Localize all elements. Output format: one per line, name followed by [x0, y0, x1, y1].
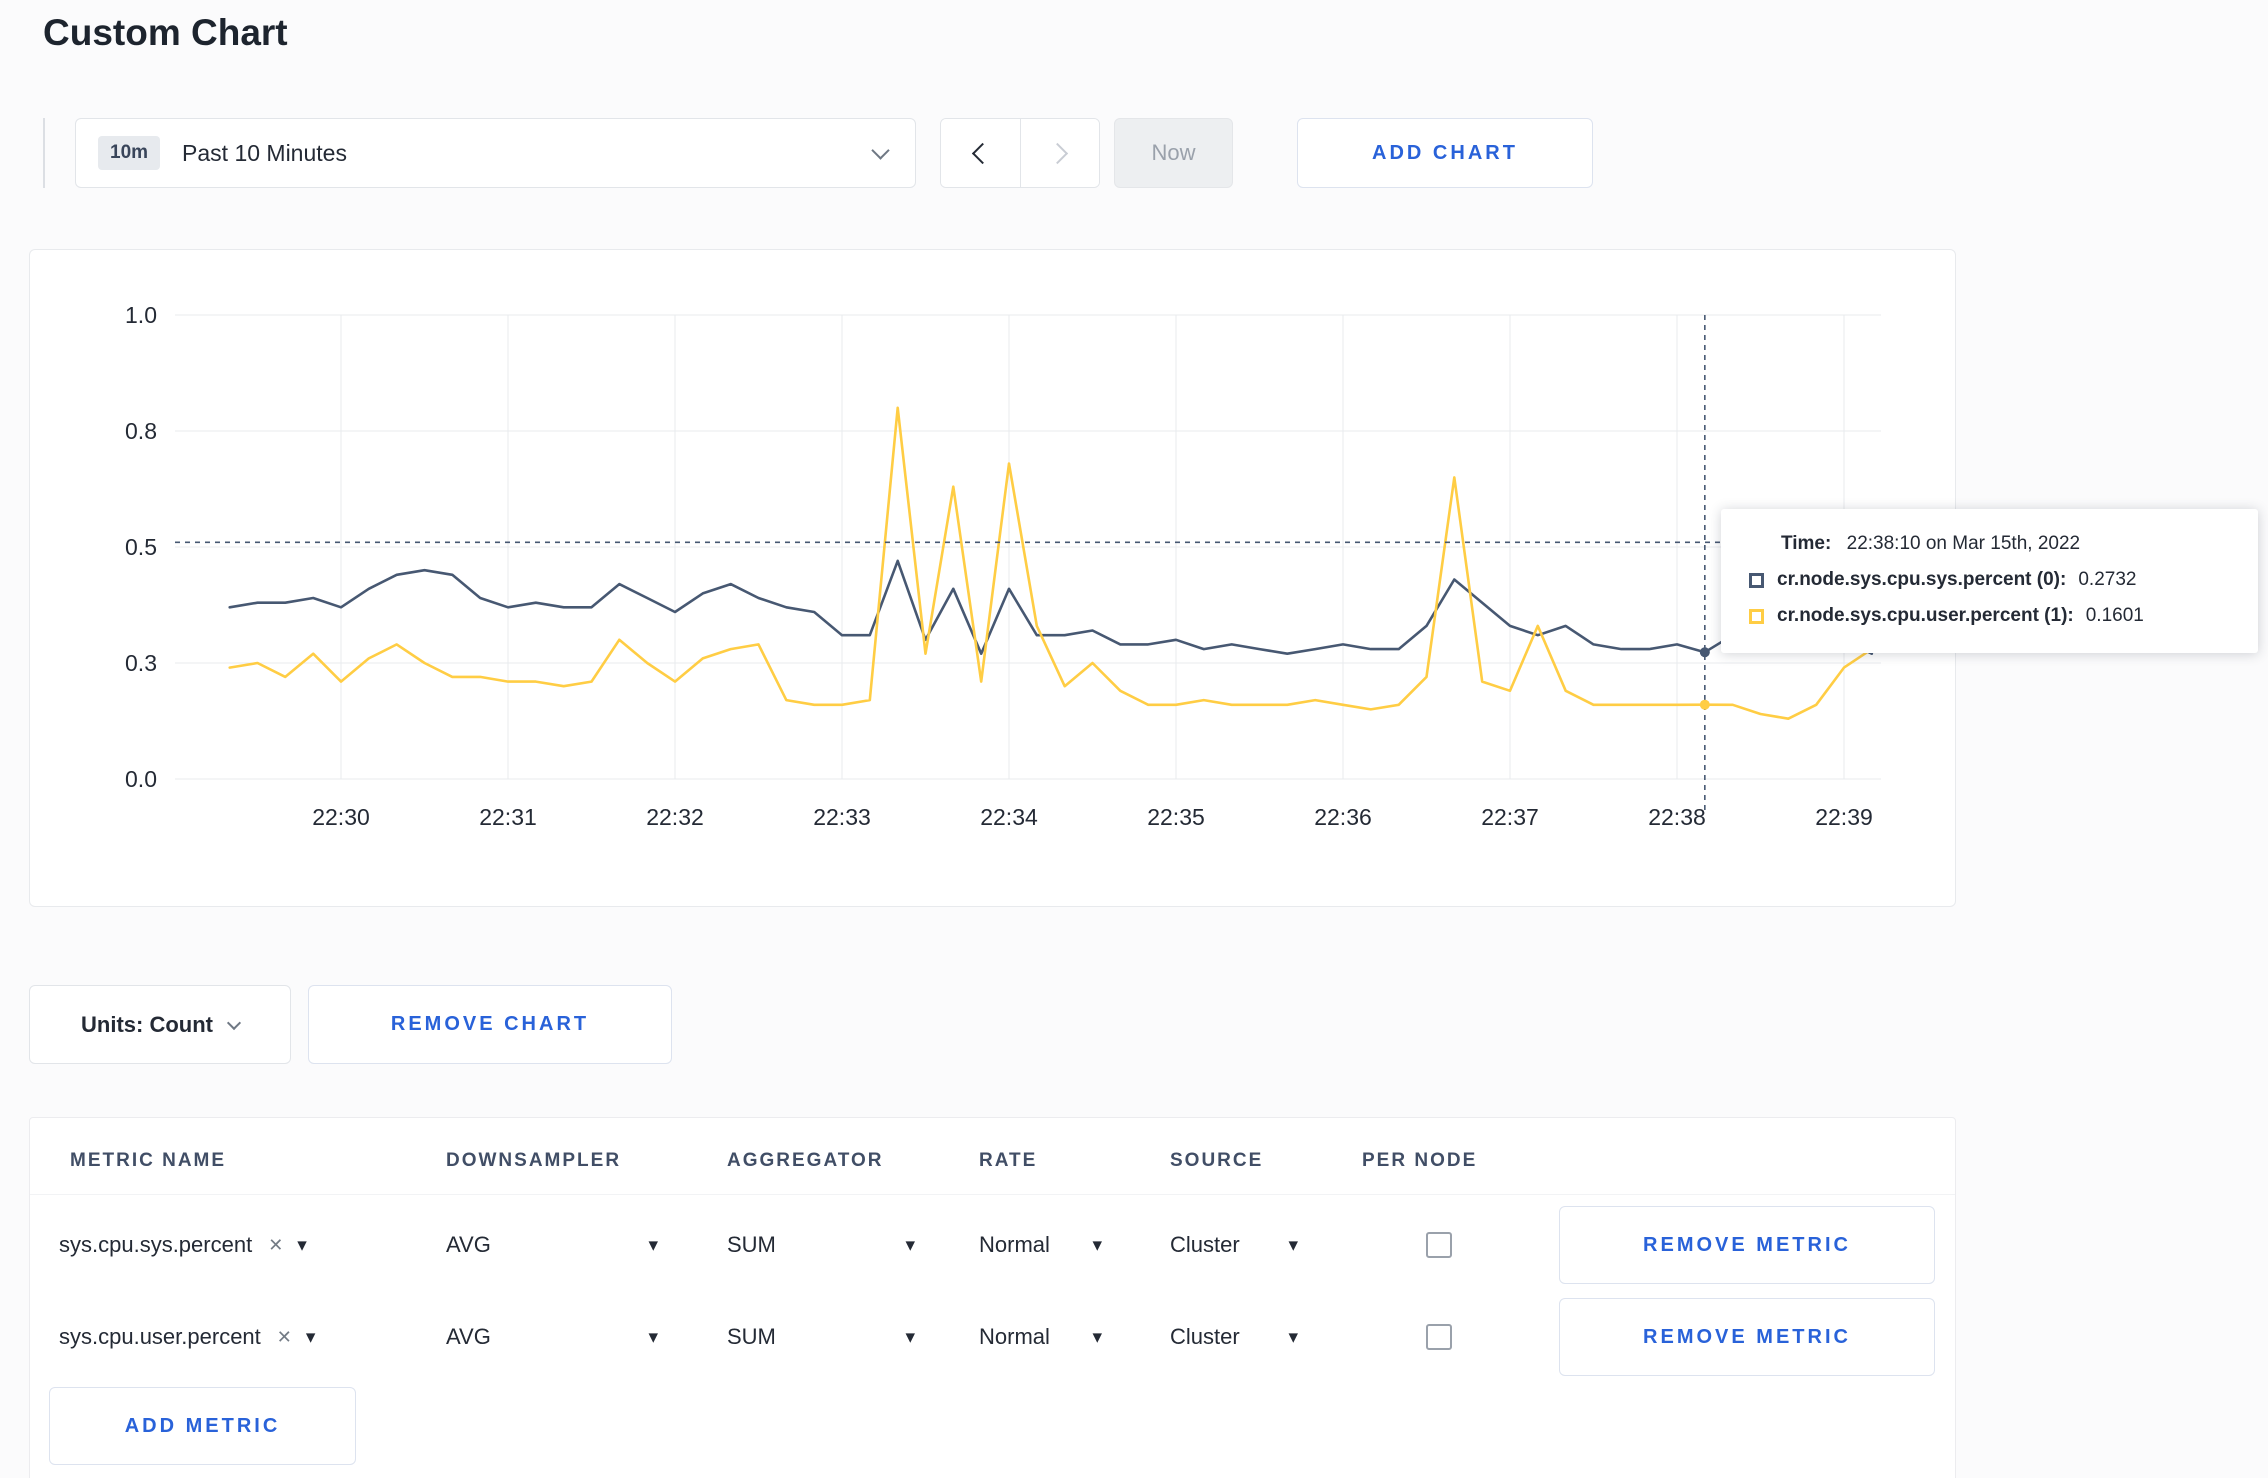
downsampler-select[interactable]: AVG ▾ [446, 1298, 658, 1376]
timeseries-chart[interactable]: 0.0 0.3 0.5 0.8 1.0 22:30 22:31 22:32 22:33 22:34… [30, 250, 1955, 906]
per-node-checkbox[interactable] [1426, 1232, 1452, 1258]
source-select[interactable]: Cluster ▾ [1170, 1298, 1298, 1376]
chevron-down-icon [871, 140, 890, 160]
svg-text:22:31: 22:31 [479, 804, 537, 830]
svg-text:0.5: 0.5 [125, 534, 157, 560]
header-aggregator: AGGREGATOR [727, 1150, 884, 1171]
caret-down-icon: ▾ [905, 1234, 915, 1256]
metrics-table: METRIC NAME DOWNSAMPLER AGGREGATOR RATE … [29, 1117, 1956, 1478]
header-source: SOURCE [1170, 1150, 1264, 1171]
caret-down-icon: ▾ [1288, 1234, 1298, 1256]
downsampler-value: AVG [446, 1232, 491, 1257]
add-metric-button[interactable]: ADD METRIC [49, 1387, 356, 1465]
rate-value: Normal [979, 1324, 1050, 1349]
aggregator-select[interactable]: SUM ▾ [727, 1206, 915, 1284]
caret-down-icon: ▾ [1288, 1326, 1298, 1348]
caret-down-icon: ▾ [648, 1234, 658, 1256]
svg-text:22:39: 22:39 [1815, 804, 1873, 830]
downsampler-select[interactable]: AVG ▾ [446, 1206, 658, 1284]
clear-icon[interactable]: ✕ [268, 1235, 283, 1256]
tooltip-series-value: 0.1601 [2085, 605, 2144, 626]
tooltip-time-label: Time: [1781, 533, 1832, 554]
tooltip-series-value: 0.2732 [2078, 569, 2137, 590]
metric-row: sys.cpu.sys.percent ✕ ▾ AVG ▾ SUM ▾ Norm… [30, 1206, 1955, 1284]
remove-metric-button[interactable]: REMOVE METRIC [1559, 1206, 1935, 1284]
units-select[interactable]: Units: Count [29, 985, 291, 1064]
metric-name-value: sys.cpu.user.percent [59, 1324, 261, 1349]
per-node-cell [1426, 1298, 1452, 1376]
caret-down-icon: ▾ [297, 1234, 307, 1256]
time-range-select[interactable]: 10m Past 10 Minutes [75, 118, 916, 188]
chart-panel: 0.0 0.3 0.5 0.8 1.0 22:30 22:31 22:32 22:33 22:34… [29, 249, 1956, 907]
header-per-node: PER NODE [1362, 1150, 1478, 1171]
svg-text:22:35: 22:35 [1147, 804, 1205, 830]
add-chart-button[interactable]: ADD CHART [1297, 118, 1593, 188]
page-title: Custom Chart [43, 12, 288, 53]
metric-row: sys.cpu.user.percent ✕ ▾ AVG ▾ SUM ▾ Nor… [30, 1298, 1955, 1376]
tooltip-time-row: Time: 22:38:10 on Mar 15th, 2022 [1781, 533, 2230, 555]
chevron-left-icon [972, 142, 994, 164]
tooltip-series-name: cr.node.sys.cpu.sys.percent (0): [1777, 569, 2067, 590]
toolbar-divider [43, 118, 45, 188]
caret-down-icon: ▾ [1092, 1234, 1102, 1256]
chart-tooltip: Time: 22:38:10 on Mar 15th, 2022 cr.node… [1721, 509, 2258, 653]
prev-time-button[interactable] [941, 119, 1021, 187]
caret-down-icon: ▾ [905, 1326, 915, 1348]
svg-text:22:37: 22:37 [1481, 804, 1539, 830]
chevron-down-icon [226, 1015, 242, 1030]
source-value: Cluster [1170, 1232, 1240, 1257]
svg-text:0.0: 0.0 [125, 766, 157, 792]
metric-name-value: sys.cpu.sys.percent [59, 1232, 253, 1257]
aggregator-value: SUM [727, 1232, 776, 1257]
per-node-cell [1426, 1206, 1452, 1284]
remove-chart-button[interactable]: REMOVE CHART [308, 985, 672, 1064]
aggregator-value: SUM [727, 1324, 776, 1349]
source-select[interactable]: Cluster ▾ [1170, 1206, 1298, 1284]
tooltip-time-value: 22:38:10 on Mar 15th, 2022 [1846, 533, 2081, 554]
time-range-label: Past 10 Minutes [182, 139, 347, 166]
aggregator-select[interactable]: SUM ▾ [727, 1298, 915, 1376]
downsampler-value: AVG [446, 1324, 491, 1349]
caret-down-icon: ▾ [305, 1326, 316, 1348]
svg-text:22:32: 22:32 [646, 804, 704, 830]
svg-text:22:38: 22:38 [1648, 804, 1706, 830]
rate-select[interactable]: Normal ▾ [979, 1298, 1102, 1376]
clear-icon[interactable]: ✕ [277, 1327, 292, 1348]
remove-metric-button[interactable]: REMOVE METRIC [1559, 1298, 1935, 1376]
rate-select[interactable]: Normal ▾ [979, 1206, 1102, 1284]
header-divider [30, 1194, 1955, 1195]
tooltip-series-row: cr.node.sys.cpu.user.percent (1): 0.1601 [1749, 605, 2230, 627]
rate-value: Normal [979, 1232, 1050, 1257]
svg-text:0.8: 0.8 [125, 418, 157, 444]
next-time-button[interactable] [1020, 119, 1099, 187]
svg-text:22:30: 22:30 [312, 804, 370, 830]
svg-text:1.0: 1.0 [125, 302, 157, 328]
user-series-swatch-icon [1749, 608, 1764, 624]
per-node-checkbox[interactable] [1426, 1324, 1452, 1350]
caret-down-icon: ▾ [648, 1326, 658, 1348]
svg-text:22:34: 22:34 [980, 804, 1038, 830]
header-rate: RATE [979, 1150, 1038, 1171]
header-downsampler: DOWNSAMPLER [446, 1150, 622, 1171]
metric-name-select[interactable]: sys.cpu.user.percent ✕ ▾ [59, 1298, 315, 1376]
source-value: Cluster [1170, 1324, 1240, 1349]
svg-text:0.3: 0.3 [125, 650, 157, 676]
svg-text:22:36: 22:36 [1314, 804, 1372, 830]
header-metric-name: METRIC NAME [70, 1150, 227, 1171]
caret-down-icon: ▾ [1092, 1326, 1102, 1348]
svg-text:22:33: 22:33 [813, 804, 871, 830]
time-nav-group [940, 118, 1100, 188]
tooltip-series-name: cr.node.sys.cpu.user.percent (1): [1777, 605, 2074, 626]
tooltip-series-row: cr.node.sys.cpu.sys.percent (0): 0.2732 [1749, 569, 2230, 591]
now-button[interactable]: Now [1114, 118, 1233, 188]
sys-series-swatch-icon [1749, 572, 1764, 588]
time-range-badge: 10m [98, 136, 161, 170]
chevron-right-icon [1046, 142, 1068, 164]
units-label: Units: Count [81, 1011, 213, 1037]
metric-name-select[interactable]: sys.cpu.sys.percent ✕ ▾ [59, 1206, 307, 1284]
